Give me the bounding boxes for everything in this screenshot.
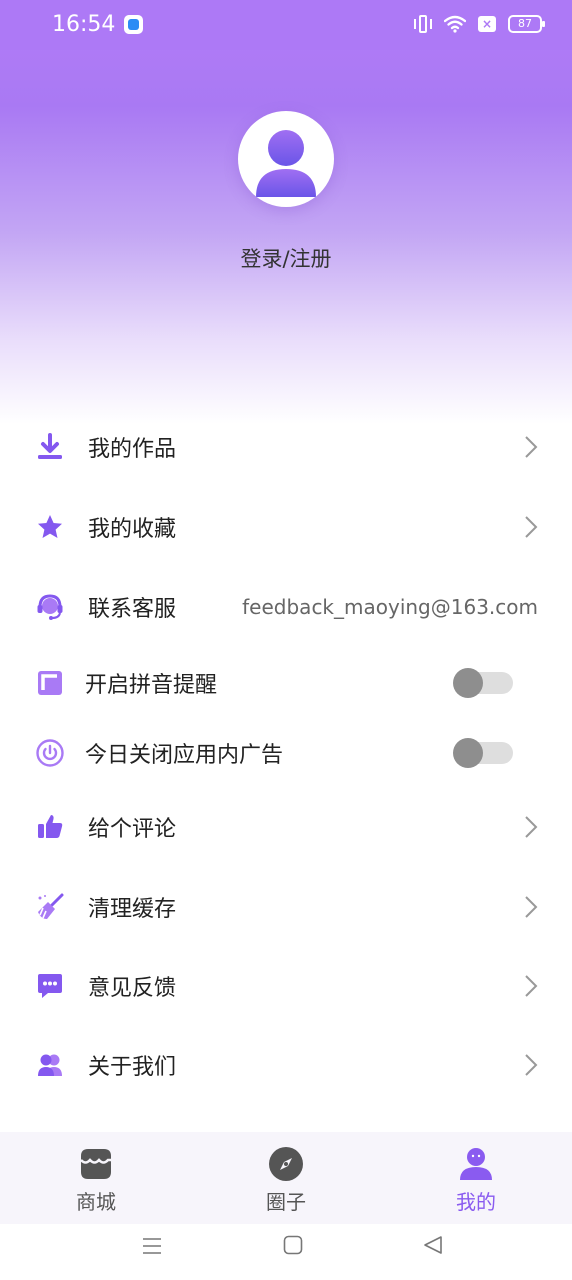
status-time: 16:54 <box>52 12 116 37</box>
menu-item-about-us[interactable]: 关于我们 <box>0 1027 572 1103</box>
thumbs-up-icon <box>35 812 65 842</box>
tab-label: 商城 <box>76 1190 116 1214</box>
menu-label: 我的收藏 <box>88 517 177 542</box>
star-icon <box>35 512 65 542</box>
headset-icon <box>35 592 65 622</box>
chevron-right-icon <box>525 1054 538 1076</box>
back-icon[interactable] <box>423 1235 443 1255</box>
menu-label: 我的作品 <box>88 437 177 462</box>
menu-label: 关于我们 <box>88 1055 177 1080</box>
vibrate-icon <box>414 14 432 34</box>
chevron-right-icon <box>525 896 538 918</box>
menu-icon[interactable] <box>141 1235 163 1257</box>
menu-label: 给个评论 <box>88 817 177 842</box>
menu-label: 清理缓存 <box>88 897 177 922</box>
system-nav-bar <box>0 1224 572 1280</box>
close-ads-toggle[interactable] <box>453 738 513 768</box>
download-icon <box>35 432 65 462</box>
status-bar: 16:54 × 87 <box>0 0 572 50</box>
menu-label: 联系客服 <box>88 597 177 622</box>
menu-item-feedback[interactable]: 意见反馈 <box>0 948 572 1024</box>
chevron-right-icon <box>525 816 538 838</box>
sim-off-icon: × <box>478 16 496 32</box>
menu-label: 开启拼音提醒 <box>85 673 218 698</box>
pinyin-reminder-toggle[interactable] <box>453 668 513 698</box>
menu-label: 今日关闭应用内广告 <box>85 743 284 768</box>
login-register-link[interactable]: 登录/注册 <box>0 243 572 273</box>
store-icon <box>78 1146 114 1182</box>
menu-item-clear-cache[interactable]: 清理缓存 <box>0 869 572 945</box>
chevron-right-icon <box>525 975 538 997</box>
users-icon <box>35 1050 65 1080</box>
tab-label: 圈子 <box>266 1190 306 1214</box>
power-icon <box>35 738 65 768</box>
chat-bubble-icon <box>35 971 65 1001</box>
chevron-right-icon <box>525 516 538 538</box>
home-icon[interactable] <box>283 1235 303 1255</box>
broom-icon <box>35 892 65 922</box>
battery-icon: 87 <box>508 15 545 33</box>
compass-icon <box>268 1146 304 1182</box>
menu-item-close-ads: 今日关闭应用内广告 <box>0 715 572 791</box>
bottom-nav: 商城 圈子 我的 <box>0 1132 572 1224</box>
chevron-right-icon <box>525 436 538 458</box>
menu-item-contact-support[interactable]: 联系客服 feedback_maoying@163.com <box>0 569 572 645</box>
menu-item-pinyin-reminder: 开启拼音提醒 <box>0 645 572 721</box>
profile-header <box>0 0 572 424</box>
avatar[interactable] <box>238 111 334 207</box>
profile-icon <box>458 1146 494 1182</box>
support-email: feedback_maoying@163.com <box>242 595 538 619</box>
menu-label: 意见反馈 <box>88 976 177 1001</box>
menu-item-my-favorites[interactable]: 我的收藏 <box>0 489 572 565</box>
tab-label: 我的 <box>456 1190 496 1214</box>
user-avatar-icon <box>256 130 316 197</box>
wifi-icon <box>444 15 466 33</box>
menu-item-rate-app[interactable]: 给个评论 <box>0 789 572 865</box>
pinyin-square-icon <box>35 668 65 698</box>
app-notification-icon <box>124 15 143 34</box>
menu-item-my-works[interactable]: 我的作品 <box>0 409 572 485</box>
